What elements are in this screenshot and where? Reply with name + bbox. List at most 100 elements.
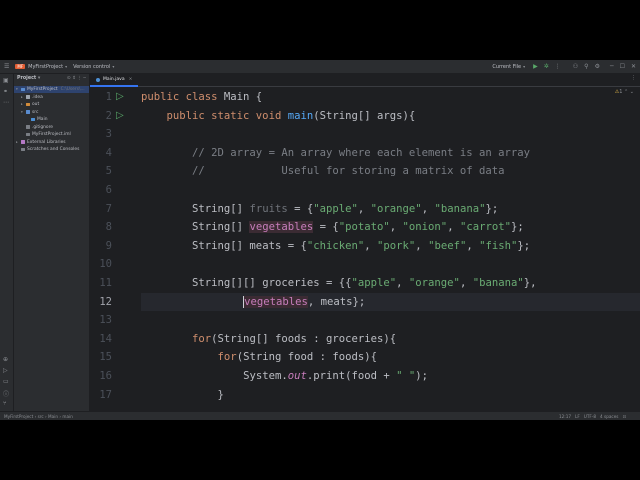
- code-line-6[interactable]: [141, 181, 640, 200]
- structure-tool-icon[interactable]: ⚭: [3, 88, 8, 95]
- code-line-15[interactable]: for(String food : foods){: [141, 348, 640, 367]
- project-tool-icon[interactable]: ▣: [3, 77, 9, 84]
- code-line-17[interactable]: }: [141, 386, 640, 405]
- java-file-icon: [96, 77, 100, 82]
- code-line-8[interactable]: String[] vegetables = {"potato", "onion"…: [141, 218, 640, 237]
- terminal-icon[interactable]: ▭: [3, 378, 9, 385]
- project-panel-title[interactable]: Project ▾: [17, 76, 40, 81]
- breadcrumb-item[interactable]: main: [62, 414, 72, 419]
- tree-item[interactable]: ▸ External Libraries: [16, 139, 66, 146]
- project-panel-actions: ⊙ ⇕ ⋮ ─: [67, 76, 86, 81]
- file-encoding[interactable]: UTF-8: [584, 414, 596, 419]
- caret-position[interactable]: 12:17: [559, 414, 571, 419]
- code-line-11[interactable]: String[][] groceries = {{"apple", "orang…: [141, 274, 640, 293]
- gutter-run-icon[interactable]: ▷: [116, 107, 124, 126]
- minimize-icon[interactable]: ─: [610, 63, 614, 70]
- project-name: MyFirstProject: [28, 63, 64, 70]
- file-icon: [26, 132, 30, 137]
- folder-icon: [26, 95, 30, 99]
- keyword: for: [192, 332, 212, 345]
- code-line-3[interactable]: [141, 125, 640, 144]
- string-literal: "potato": [338, 221, 390, 234]
- run-tool-icon[interactable]: ▷: [3, 367, 8, 374]
- problems-icon[interactable]: ⓘ: [3, 389, 9, 398]
- hide-icon[interactable]: ─: [83, 76, 86, 81]
- tree-item[interactable]: Main: [26, 116, 47, 123]
- gutter-run-icon[interactable]: ▷: [116, 88, 124, 107]
- string-literal: "banana": [472, 277, 524, 289]
- code-line-9[interactable]: String[] meats = {"chicken", "pork", "be…: [141, 237, 640, 256]
- project-switcher[interactable]: MF MyFirstProject ▾: [15, 64, 67, 70]
- code-line-1[interactable]: public class Main {: [141, 88, 640, 107]
- debug-icon[interactable]: ✲: [544, 63, 549, 70]
- string-literal: "orange": [370, 202, 422, 215]
- tree-item[interactable]: .gitignore: [21, 124, 53, 131]
- java-file-icon: [31, 117, 35, 122]
- tree-item[interactable]: ▾ MyFirstProject C:\Users\...: [14, 86, 89, 93]
- code-line-12[interactable]: vegetables, meats};: [141, 292, 640, 312]
- close-icon[interactable]: ×: [129, 74, 133, 85]
- breadcrumb[interactable]: MyFirstProject › src › Main › main: [4, 412, 73, 420]
- code-line-7[interactable]: String[] fruits = {"apple", "orange", "b…: [141, 200, 640, 219]
- code-line-2[interactable]: public static void main(String[] args){: [141, 107, 640, 126]
- git-icon[interactable]: ⑂: [3, 400, 7, 407]
- code-text: ,: [364, 239, 378, 252]
- collaborate-icon[interactable]: ⚇: [573, 63, 578, 70]
- search-icon[interactable]: ⚲: [584, 63, 588, 70]
- tree-item[interactable]: ▾ src: [21, 109, 38, 116]
- indent-setting[interactable]: 4 spaces: [600, 414, 618, 419]
- code-line-14[interactable]: for(String[] foods : groceries){: [141, 330, 640, 349]
- settings-icon[interactable]: ⚙: [595, 63, 600, 70]
- more-tools-icon[interactable]: ⋯: [3, 99, 9, 106]
- run-config-label: Current File: [492, 63, 522, 70]
- vcs-label: Version control: [73, 63, 111, 70]
- line-number: 5: [105, 165, 112, 178]
- more-tabs-icon[interactable]: ⋮: [631, 75, 636, 81]
- status-bar: MyFirstProject › src › Main › main 12:17…: [0, 411, 640, 420]
- code-line-5[interactable]: // Useful for storing a matrix of data: [141, 162, 640, 181]
- code-line-16[interactable]: System.out.print(food + " ");: [141, 367, 640, 386]
- string-literal: "onion": [402, 221, 448, 234]
- tree-item[interactable]: MyFirstProject.iml: [21, 131, 71, 138]
- code-text: .print(food +: [306, 370, 397, 382]
- code-editor[interactable]: ⚠1 ⌃ ⌄ 1 2 3 4 5 6 7 8 9 10 11 12 13 14 15 16 17 ▷ ▷ publi…: [90, 87, 640, 411]
- breadcrumb-item[interactable]: src: [38, 414, 44, 419]
- code-text: (String food : foods){: [236, 351, 378, 364]
- run-icon[interactable]: ▶: [533, 63, 538, 70]
- code-line-10[interactable]: [141, 255, 640, 274]
- code-text: String[]: [192, 202, 250, 215]
- locate-icon[interactable]: ⊙: [67, 76, 71, 81]
- options-icon[interactable]: ⋮: [77, 76, 82, 81]
- tree-item[interactable]: ▸ out: [21, 101, 39, 108]
- tree-item-label: .gitignore: [32, 124, 54, 130]
- code-text: };: [485, 202, 499, 215]
- folder-orange-icon: [26, 102, 30, 107]
- run-config-selector[interactable]: Current File ▾: [492, 64, 525, 70]
- line-number: 11: [99, 277, 112, 289]
- string-literal: "pork": [377, 239, 416, 252]
- close-icon[interactable]: ✕: [631, 63, 636, 70]
- tab-main-java[interactable]: Main.java ×: [90, 74, 139, 87]
- tree-item-label: Scratches and Consoles: [27, 147, 80, 152]
- main-menu-icon[interactable]: ☰: [4, 63, 9, 70]
- keyword: public class: [141, 91, 224, 103]
- code-text: );: [415, 370, 429, 382]
- lock-icon[interactable]: ⊡: [622, 414, 626, 419]
- maximize-icon[interactable]: ☐: [620, 63, 625, 70]
- tree-item[interactable]: Scratches and Consoles: [16, 146, 79, 153]
- static-field: out: [287, 370, 307, 382]
- plugins-icon[interactable]: ⊕: [3, 356, 8, 363]
- string-literal: "fish": [479, 239, 518, 252]
- breadcrumb-item[interactable]: Main: [48, 414, 58, 419]
- highlighted-variable: vegetables: [244, 295, 308, 308]
- line-number: 4: [105, 146, 112, 159]
- line-ending[interactable]: LF: [575, 414, 580, 419]
- code-line-13[interactable]: [141, 311, 640, 330]
- more-actions-icon[interactable]: ⋮: [555, 63, 561, 70]
- collapse-icon[interactable]: ⇕: [72, 76, 76, 81]
- vcs-widget[interactable]: Version control ▾: [73, 64, 114, 70]
- tree-item[interactable]: ▸ .idea: [21, 94, 43, 101]
- comment: // 2D array = An array where each elemen…: [192, 146, 531, 159]
- code-line-4[interactable]: // 2D array = An array where each elemen…: [141, 144, 640, 163]
- breadcrumb-item[interactable]: MyFirstProject: [4, 414, 33, 419]
